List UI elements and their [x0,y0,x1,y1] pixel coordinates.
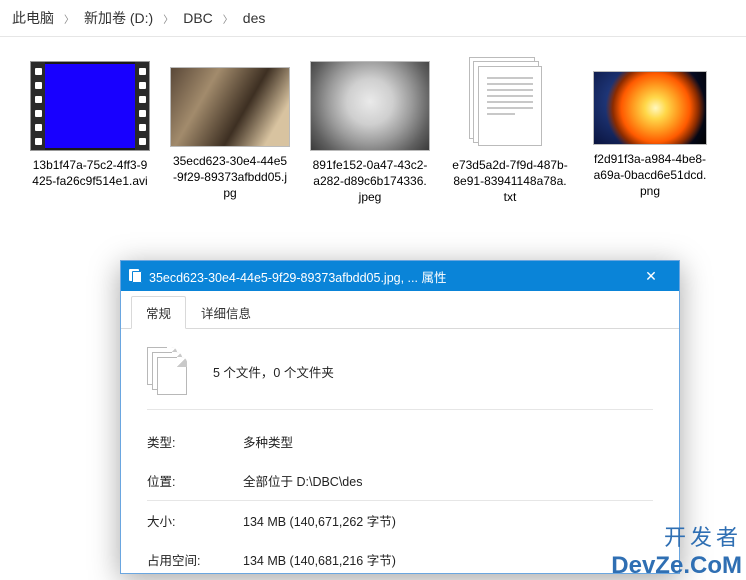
properties-dialog: 35ecd623-30e4-44e5-9f29-89373afbdd05.jpg… [120,260,680,574]
file-label: 13b1f47a-75c2-4ff3-9425-fa26c9f514e1.avi [30,157,150,189]
text-file-icon [450,61,570,151]
prop-label: 类型: [147,432,243,451]
breadcrumb-item[interactable]: 新加卷 (D:) [80,6,157,30]
close-icon: ✕ [645,268,657,285]
file-item-video[interactable]: 13b1f47a-75c2-4ff3-9425-fa26c9f514e1.avi [30,61,150,206]
prop-row-disk: 占用空间: 134 MB (140,681,216 字节) [147,540,653,573]
dialog-tabs: 常规 详细信息 [121,291,679,329]
breadcrumb[interactable]: 此电脑 〉 新加卷 (D:) 〉 DBC 〉 des [0,0,746,37]
prop-row-size: 大小: 134 MB (140,671,262 字节) [147,501,653,540]
dialog-body: 5 个文件，0 个文件夹 类型: 多种类型 位置: 全部位于 D:\DBC\de… [121,329,679,573]
chevron-right-icon: 〉 [58,11,80,26]
breadcrumb-item[interactable]: DBC [179,8,217,28]
dialog-title: 35ecd623-30e4-44e5-9f29-89373afbdd05.jpg… [149,267,629,286]
prop-value: 134 MB (140,671,262 字节) [243,511,653,530]
file-label: 35ecd623-30e4-44e5-9f29-89373afbdd05.jpg [170,153,290,202]
file-grid[interactable]: 13b1f47a-75c2-4ff3-9425-fa26c9f514e1.avi… [0,37,746,206]
dialog-titlebar[interactable]: 35ecd623-30e4-44e5-9f29-89373afbdd05.jpg… [121,261,679,291]
summary-row: 5 个文件，0 个文件夹 [147,347,653,410]
tab-details[interactable]: 详细信息 [186,296,266,329]
tab-general[interactable]: 常规 [131,296,186,329]
prop-label: 位置: [147,471,243,490]
prop-label: 大小: [147,511,243,530]
file-item-image[interactable]: f2d91f3a-a984-4be8-a69a-0bacd6e51dcd.png [590,61,710,206]
prop-label: 占用空间: [147,550,243,569]
chevron-right-icon: 〉 [217,11,239,26]
file-label: e73d5a2d-7f9d-487b-8e91-83941148a78a.txt [450,157,570,206]
file-item-text[interactable]: e73d5a2d-7f9d-487b-8e91-83941148a78a.txt [450,61,570,206]
prop-row-type: 类型: 多种类型 [147,422,653,461]
prop-row-location: 位置: 全部位于 D:\DBC\des [147,461,653,501]
file-item-image[interactable]: 891fe152-0a47-43c2-a282-d89c6b174336.jpe… [310,61,430,206]
image-thumbnail-icon [593,71,707,145]
file-label: f2d91f3a-a984-4be8-a69a-0bacd6e51dcd.png [590,151,710,200]
prop-value: 多种类型 [243,432,653,451]
image-thumbnail-icon [310,61,430,151]
video-thumbnail-icon [30,61,150,151]
chevron-right-icon: 〉 [157,11,179,26]
image-thumbnail-icon [170,67,290,147]
multi-file-icon [147,347,187,395]
file-label: 891fe152-0a47-43c2-a282-d89c6b174336.jpe… [310,157,430,206]
prop-value: 全部位于 D:\DBC\des [243,471,653,490]
file-item-image[interactable]: 35ecd623-30e4-44e5-9f29-89373afbdd05.jpg [170,61,290,206]
breadcrumb-item[interactable]: 此电脑 [8,6,58,30]
breadcrumb-item[interactable]: des [239,8,270,28]
summary-text: 5 个文件，0 个文件夹 [213,362,334,381]
close-button[interactable]: ✕ [629,261,673,291]
prop-value: 134 MB (140,681,216 字节) [243,550,653,569]
files-icon [129,269,143,283]
